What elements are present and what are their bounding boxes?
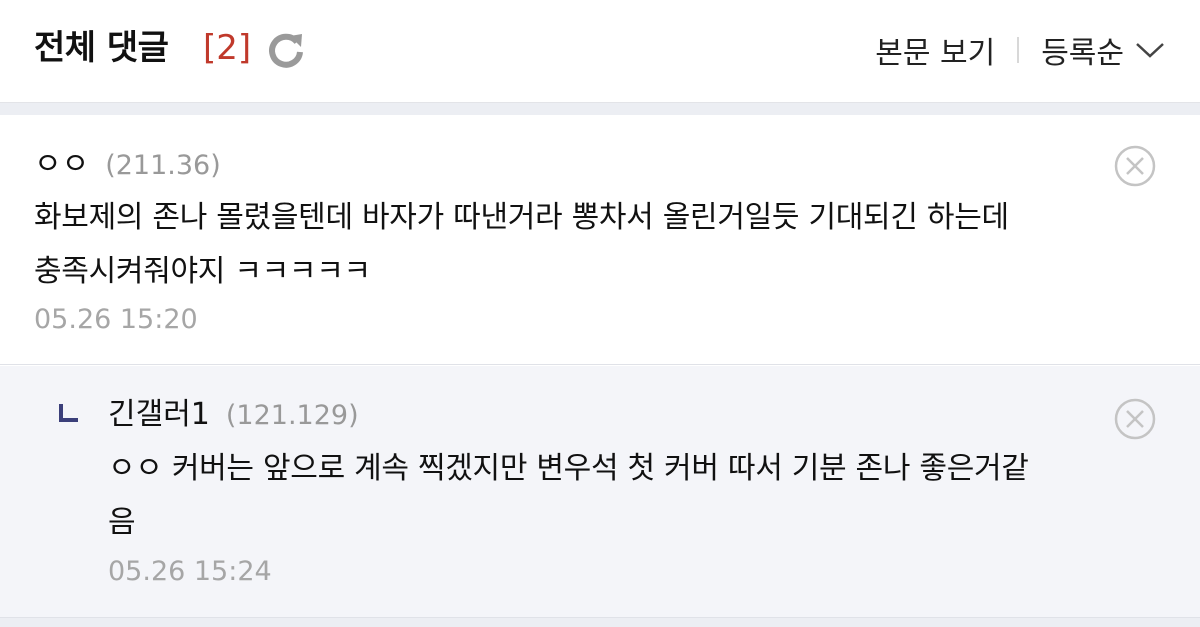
reply-item: 긴갤러1 (121.129) ㅇㅇ 커버는 앞으로 계속 찍겠지만 변우석 첫 … xyxy=(0,366,1200,618)
comment-timestamp: 05.26 15:20 xyxy=(34,304,198,335)
comment-item: ㅇㅇ (211.36) 화보제의 존나 몰렸을텐데 바자가 따낸거라 뽕차서 올… xyxy=(0,115,1200,365)
reply-ip: (121.129) xyxy=(225,400,359,431)
chevron-down-icon xyxy=(1136,43,1164,58)
bottom-separator xyxy=(0,618,1200,627)
reply-text: ㅇㅇ 커버는 앞으로 계속 찍겠지만 변우석 첫 커버 따서 기분 존나 좋은거… xyxy=(108,442,1029,550)
comment-author[interactable]: ㅇㅇ xyxy=(34,139,89,183)
comment-text-line: 화보제의 존나 몰렸을텐데 바자가 따낸거라 뽕차서 올린거일듯 기대되긴 하는… xyxy=(34,200,1009,235)
view-body-button[interactable]: 본문 보기 xyxy=(875,28,995,72)
comment-text-line: 충족시켜줘야지 ㅋㅋㅋㅋㅋ xyxy=(34,254,371,289)
comment-ip: (211.36) xyxy=(105,150,221,181)
refresh-icon[interactable] xyxy=(266,30,306,70)
reply-arrow-icon xyxy=(59,404,78,422)
header-actions: 본문 보기 등록순 xyxy=(875,28,1166,72)
reply-text-line: ㅇㅇ 커버는 앞으로 계속 찍겠지만 변우석 첫 커버 따서 기분 존나 좋은거… xyxy=(108,451,1029,486)
sort-label: 등록순 xyxy=(1041,36,1124,71)
delete-icon[interactable] xyxy=(1113,144,1157,188)
reply-timestamp: 05.26 15:24 xyxy=(108,556,272,587)
section-separator xyxy=(0,103,1200,115)
reply-author[interactable]: 긴갤러1 xyxy=(108,389,210,433)
delete-icon[interactable] xyxy=(1113,397,1157,441)
reply-meta: 긴갤러1 (121.129) xyxy=(108,389,359,433)
reply-text-line: 음 xyxy=(108,505,136,540)
comment-count: [2] xyxy=(203,28,252,68)
comment-text: 화보제의 존나 몰렸을텐데 바자가 따낸거라 뽕차서 올린거일듯 기대되긴 하는… xyxy=(34,191,1009,299)
header-divider xyxy=(1017,37,1020,63)
comment-header: 전체 댓글 [2] 본문 보기 등록순 xyxy=(0,0,1200,103)
comments-title: 전체 댓글 xyxy=(34,28,169,68)
comment-meta: ㅇㅇ (211.36) xyxy=(34,139,221,183)
sort-dropdown[interactable]: 등록순 xyxy=(1041,28,1166,72)
